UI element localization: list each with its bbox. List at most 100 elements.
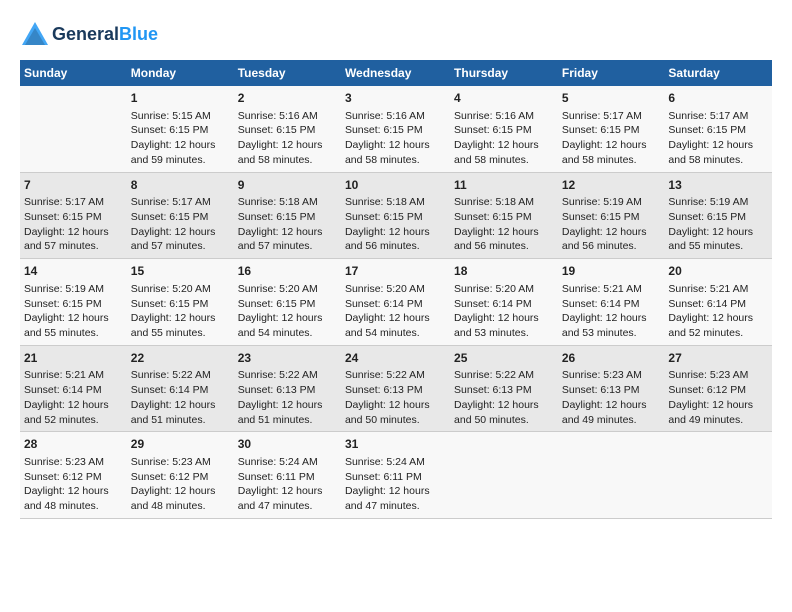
day-number: 15 bbox=[131, 263, 230, 280]
day-number: 31 bbox=[345, 436, 446, 453]
sunrise-text: Sunrise: 5:24 AM bbox=[345, 456, 425, 468]
sunrise-text: Sunrise: 5:20 AM bbox=[454, 283, 534, 295]
day-number: 12 bbox=[562, 177, 661, 194]
calendar-cell: 25Sunrise: 5:22 AMSunset: 6:13 PMDayligh… bbox=[450, 345, 558, 432]
day-number: 22 bbox=[131, 350, 230, 367]
sunset-text: Sunset: 6:14 PM bbox=[131, 384, 209, 396]
calendar-cell: 29Sunrise: 5:23 AMSunset: 6:12 PMDayligh… bbox=[127, 432, 234, 519]
calendar-cell: 8Sunrise: 5:17 AMSunset: 6:15 PMDaylight… bbox=[127, 172, 234, 259]
sunrise-text: Sunrise: 5:19 AM bbox=[24, 283, 104, 295]
week-row-5: 28Sunrise: 5:23 AMSunset: 6:12 PMDayligh… bbox=[20, 432, 772, 519]
daylight-text: Daylight: 12 hours and 58 minutes. bbox=[454, 139, 539, 166]
page-header: GeneralBlue bbox=[20, 20, 772, 50]
weekday-header-wednesday: Wednesday bbox=[341, 60, 450, 86]
calendar-cell: 1Sunrise: 5:15 AMSunset: 6:15 PMDaylight… bbox=[127, 86, 234, 172]
daylight-text: Daylight: 12 hours and 58 minutes. bbox=[668, 139, 753, 166]
day-number: 1 bbox=[131, 90, 230, 107]
day-number: 7 bbox=[24, 177, 123, 194]
calendar-cell: 31Sunrise: 5:24 AMSunset: 6:11 PMDayligh… bbox=[341, 432, 450, 519]
sunrise-text: Sunrise: 5:19 AM bbox=[668, 196, 748, 208]
daylight-text: Daylight: 12 hours and 57 minutes. bbox=[131, 226, 216, 253]
day-number: 11 bbox=[454, 177, 554, 194]
daylight-text: Daylight: 12 hours and 58 minutes. bbox=[345, 139, 430, 166]
sunrise-text: Sunrise: 5:23 AM bbox=[562, 369, 642, 381]
sunset-text: Sunset: 6:15 PM bbox=[562, 211, 640, 223]
page-container: GeneralBlue SundayMondayTuesdayWednesday… bbox=[0, 0, 792, 529]
sunset-text: Sunset: 6:14 PM bbox=[24, 384, 102, 396]
calendar-cell: 15Sunrise: 5:20 AMSunset: 6:15 PMDayligh… bbox=[127, 259, 234, 346]
sunset-text: Sunset: 6:12 PM bbox=[131, 471, 209, 483]
weekday-header-tuesday: Tuesday bbox=[234, 60, 341, 86]
day-number: 4 bbox=[454, 90, 554, 107]
sunrise-text: Sunrise: 5:18 AM bbox=[345, 196, 425, 208]
sunset-text: Sunset: 6:15 PM bbox=[345, 211, 423, 223]
daylight-text: Daylight: 12 hours and 56 minutes. bbox=[345, 226, 430, 253]
sunrise-text: Sunrise: 5:21 AM bbox=[562, 283, 642, 295]
calendar-cell: 24Sunrise: 5:22 AMSunset: 6:13 PMDayligh… bbox=[341, 345, 450, 432]
day-number: 24 bbox=[345, 350, 446, 367]
sunset-text: Sunset: 6:14 PM bbox=[345, 298, 423, 310]
calendar-cell: 4Sunrise: 5:16 AMSunset: 6:15 PMDaylight… bbox=[450, 86, 558, 172]
weekday-header-monday: Monday bbox=[127, 60, 234, 86]
day-number: 27 bbox=[668, 350, 768, 367]
sunrise-text: Sunrise: 5:17 AM bbox=[131, 196, 211, 208]
weekday-header-sunday: Sunday bbox=[20, 60, 127, 86]
weekday-header-saturday: Saturday bbox=[664, 60, 772, 86]
calendar-cell: 19Sunrise: 5:21 AMSunset: 6:14 PMDayligh… bbox=[558, 259, 665, 346]
daylight-text: Daylight: 12 hours and 55 minutes. bbox=[668, 226, 753, 253]
sunrise-text: Sunrise: 5:16 AM bbox=[345, 110, 425, 122]
calendar-cell: 16Sunrise: 5:20 AMSunset: 6:15 PMDayligh… bbox=[234, 259, 341, 346]
calendar-cell bbox=[20, 86, 127, 172]
day-number: 20 bbox=[668, 263, 768, 280]
calendar-cell: 30Sunrise: 5:24 AMSunset: 6:11 PMDayligh… bbox=[234, 432, 341, 519]
day-number: 2 bbox=[238, 90, 337, 107]
sunset-text: Sunset: 6:14 PM bbox=[668, 298, 746, 310]
sunset-text: Sunset: 6:13 PM bbox=[345, 384, 423, 396]
weekday-header-thursday: Thursday bbox=[450, 60, 558, 86]
daylight-text: Daylight: 12 hours and 58 minutes. bbox=[238, 139, 323, 166]
daylight-text: Daylight: 12 hours and 55 minutes. bbox=[131, 312, 216, 339]
sunset-text: Sunset: 6:13 PM bbox=[454, 384, 532, 396]
calendar-cell: 2Sunrise: 5:16 AMSunset: 6:15 PMDaylight… bbox=[234, 86, 341, 172]
calendar-cell: 28Sunrise: 5:23 AMSunset: 6:12 PMDayligh… bbox=[20, 432, 127, 519]
sunrise-text: Sunrise: 5:18 AM bbox=[454, 196, 534, 208]
calendar-cell: 27Sunrise: 5:23 AMSunset: 6:12 PMDayligh… bbox=[664, 345, 772, 432]
daylight-text: Daylight: 12 hours and 53 minutes. bbox=[454, 312, 539, 339]
sunset-text: Sunset: 6:13 PM bbox=[238, 384, 316, 396]
day-number: 26 bbox=[562, 350, 661, 367]
sunset-text: Sunset: 6:15 PM bbox=[238, 298, 316, 310]
day-number: 17 bbox=[345, 263, 446, 280]
calendar-cell: 11Sunrise: 5:18 AMSunset: 6:15 PMDayligh… bbox=[450, 172, 558, 259]
sunset-text: Sunset: 6:14 PM bbox=[562, 298, 640, 310]
calendar-cell: 13Sunrise: 5:19 AMSunset: 6:15 PMDayligh… bbox=[664, 172, 772, 259]
day-number: 16 bbox=[238, 263, 337, 280]
daylight-text: Daylight: 12 hours and 56 minutes. bbox=[562, 226, 647, 253]
sunset-text: Sunset: 6:15 PM bbox=[345, 124, 423, 136]
daylight-text: Daylight: 12 hours and 56 minutes. bbox=[454, 226, 539, 253]
daylight-text: Daylight: 12 hours and 51 minutes. bbox=[131, 399, 216, 426]
sunset-text: Sunset: 6:15 PM bbox=[238, 211, 316, 223]
sunrise-text: Sunrise: 5:16 AM bbox=[238, 110, 318, 122]
day-number: 10 bbox=[345, 177, 446, 194]
calendar-cell: 9Sunrise: 5:18 AMSunset: 6:15 PMDaylight… bbox=[234, 172, 341, 259]
week-row-2: 7 Sunrise: 5:17 AM Sunset: 6:15 PM Daylight… bbox=[20, 172, 772, 259]
sunset-text: Sunset: 6:15 PM bbox=[562, 124, 640, 136]
sunrise-text: Sunrise: 5:21 AM bbox=[24, 369, 104, 381]
sunrise-text: Sunrise: 5:23 AM bbox=[24, 456, 104, 468]
sunrise-text: Sunrise: 5:20 AM bbox=[345, 283, 425, 295]
sunrise-text: Sunrise: 5:24 AM bbox=[238, 456, 318, 468]
daylight-text: Daylight: 12 hours and 49 minutes. bbox=[562, 399, 647, 426]
day-number: 18 bbox=[454, 263, 554, 280]
sunset-text: Sunset: 6:11 PM bbox=[345, 471, 422, 483]
day-number: 14 bbox=[24, 263, 123, 280]
sunrise-text: Sunrise: 5:18 AM bbox=[238, 196, 318, 208]
daylight-text: Daylight: 12 hours and 48 minutes. bbox=[131, 485, 216, 512]
sunrise-text: Sunrise: 5:17 AM bbox=[24, 196, 104, 208]
daylight-text: Daylight: 12 hours and 57 minutes. bbox=[24, 226, 109, 253]
calendar-cell: 7Sunrise: 5:17 AMSunset: 6:15 PMDaylight… bbox=[20, 172, 127, 259]
sunset-text: Sunset: 6:15 PM bbox=[131, 211, 209, 223]
week-row-4: 21Sunrise: 5:21 AMSunset: 6:14 PMDayligh… bbox=[20, 345, 772, 432]
sunset-text: Sunset: 6:15 PM bbox=[131, 298, 209, 310]
calendar-cell: 10 Sunrise: 5:18 AM Sunset: 6:15 PM Dayligh… bbox=[341, 172, 450, 259]
day-number: 30 bbox=[238, 436, 337, 453]
